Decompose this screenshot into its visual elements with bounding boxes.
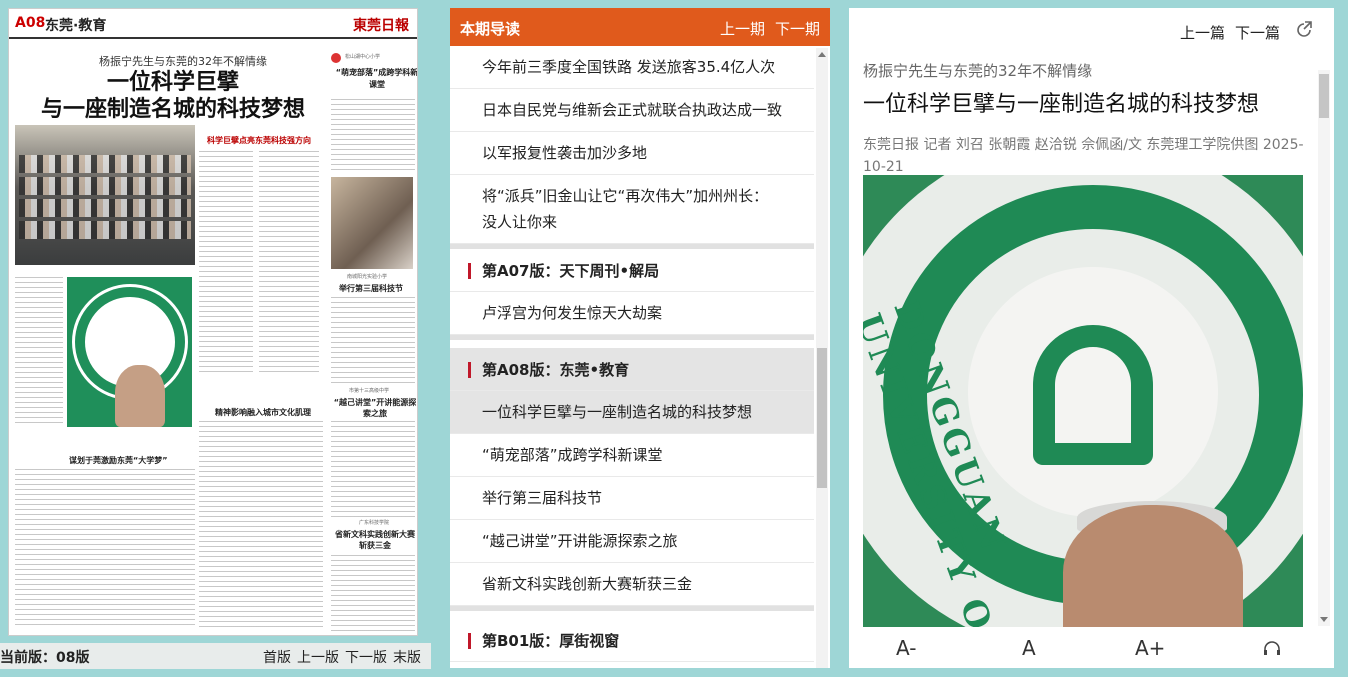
list-item[interactable]: “越己讲堂”开讲能源探索之旅 [450, 520, 814, 563]
guide-list: 今年前三季度全国铁路 发送旅客35.4亿人次 日本自民党与维新会正式就联合执政达… [450, 46, 814, 668]
masthead-logo: 東莞日報 [353, 18, 409, 34]
prev-issue-link[interactable]: 上一期 [720, 18, 765, 39]
newspaper-kicker: 杨振宁先生与东莞的32年不解情缘 [99, 55, 267, 68]
share-icon[interactable] [1294, 20, 1314, 40]
prev-article-link[interactable]: 上一篇 [1180, 22, 1225, 43]
group-photo [15, 125, 195, 265]
headline-line-2: 与一座制造名城的科技梦想 [40, 96, 305, 122]
newspaper-headline: 一位科学巨擘 与一座制造名城的科技梦想 [23, 69, 323, 123]
section-heading-a08[interactable]: 第A08版：东莞•教育 [450, 348, 814, 391]
list-item[interactable]: 举行第三届科技节 [450, 477, 814, 520]
article-photo: DONGGUAN UNIVERSITY OF TE [863, 175, 1303, 627]
newspaper-header: A08 东莞·教育 東莞日報 [9, 9, 417, 39]
first-page-link[interactable]: 首版 [263, 647, 291, 667]
article-title: 一位科学巨擘与一座制造名城的科技梦想 [863, 92, 1260, 117]
issue-guide-panel: 本期导读 上一期 下一期 今年前三季度全国铁路 发送旅客35.4亿人次 日本自民… [450, 8, 830, 668]
guide-scrollbar[interactable] [816, 48, 828, 668]
prev-page-link[interactable]: 上一版 [297, 647, 339, 667]
font-larger-button[interactable]: A+ [1135, 636, 1165, 660]
side-1-kicker: 松山湖中心小学 [345, 54, 381, 60]
list-item[interactable]: 日本自民党与维新会正式就联合执政达成一致 [450, 89, 814, 132]
list-item[interactable]: 省新文科实践创新大赛斩获三金 [450, 563, 814, 606]
text-column [259, 151, 319, 375]
sub-head-a: 科学巨擘点亮东莞科技强方向 [207, 136, 311, 145]
text-column [331, 99, 415, 173]
guide-header: 本期导读 上一期 下一期 [450, 8, 830, 46]
next-issue-link[interactable]: 下一期 [775, 18, 820, 39]
section-heading-a07[interactable]: 第A07版：天下周刊•解局 [450, 249, 814, 292]
side-3-kicker: 市第十三高级中学 [349, 388, 390, 394]
current-page-label: 当前版：08版 [0, 650, 90, 666]
classroom-photo [331, 177, 413, 269]
sub-head-c: 谋划于莞激励东莞“大学梦” [69, 456, 168, 465]
font-normal-button[interactable]: A [1022, 636, 1036, 660]
last-page-link[interactable]: 末版 [393, 647, 421, 667]
divider [450, 335, 814, 340]
side-2-kicker: 南城阳光实验小学 [347, 274, 388, 280]
side-2-title: 举行第三届科技节 [339, 284, 403, 293]
article-kicker: 杨振宁先生与东莞的32年不解情缘 [863, 62, 1093, 80]
column-badge-icon [331, 53, 341, 63]
list-item[interactable]: 将“派兵”旧金山让它“再次伟大”加州州长：没人让你来 [450, 175, 814, 244]
list-item[interactable]: 今年前三季度全国铁路 发送旅客35.4亿人次 [450, 46, 814, 89]
page-navigation-bar: 当前版：08版 首版 上一版 下一版 末版 [0, 643, 431, 669]
headphones-icon[interactable] [1262, 640, 1282, 656]
sub-head-b: 精神影响融入城市文化肌理 [215, 408, 311, 417]
headline-line-1: 一位科学巨擘 [106, 69, 239, 95]
newspaper-page-image[interactable]: A08 东莞·教育 東莞日報 杨振宁先生与东莞的32年不解情缘 一位科学巨擘 与… [8, 8, 418, 636]
section-heading-b01[interactable]: 第B01版：厚街视窗 [450, 619, 814, 662]
text-column [15, 469, 195, 629]
text-column [331, 421, 415, 517]
scroll-thumb[interactable] [817, 348, 827, 488]
list-item[interactable]: 卢浮宫为何发生惊天大劫案 [450, 292, 814, 335]
text-column [331, 297, 415, 385]
next-article-link[interactable]: 下一篇 [1235, 22, 1280, 43]
next-page-link[interactable]: 下一版 [345, 647, 387, 667]
divider [450, 606, 814, 611]
side-1-title: “萌宠部落”成跨学科新课堂 [335, 68, 418, 89]
scroll-down-icon[interactable] [1320, 617, 1328, 622]
page-code: A08 [15, 15, 46, 31]
article-scrollbar[interactable] [1318, 70, 1330, 626]
scroll-up-icon[interactable] [818, 52, 826, 57]
university-photo [67, 277, 192, 427]
side-4-title: 省新文科实践创新大赛斩获三金 [335, 530, 415, 550]
side-3-title: “越己讲堂”开讲能源探索之旅 [333, 398, 417, 418]
font-smaller-button[interactable]: A- [896, 636, 916, 660]
list-item[interactable]: “萌宠部落”成跨学科新课堂 [450, 434, 814, 477]
text-column [331, 555, 415, 631]
scroll-thumb[interactable] [1319, 74, 1329, 118]
text-column [199, 151, 253, 375]
list-item[interactable]: 以军报复性袭击加沙多地 [450, 132, 814, 175]
page-section: 东莞·教育 [45, 18, 107, 34]
text-column [199, 421, 323, 631]
reader-toolbar: A- A A+ [849, 628, 1334, 668]
article-byline: 东莞日报 记者 刘召 张朝霞 赵洽锐 佘佩函/文 东莞理工学院供图 2025-1… [863, 137, 1304, 175]
guide-title: 本期导读 [460, 20, 521, 38]
side-4-kicker: 广东科技学院 [359, 520, 390, 526]
article-reader: 上一篇 下一篇 杨振宁先生与东莞的32年不解情缘 一位科学巨擘与一座制造名城的科… [849, 8, 1334, 668]
list-item-active[interactable]: 一位科学巨擘与一座制造名城的科技梦想 [450, 391, 814, 434]
text-column [15, 277, 63, 427]
